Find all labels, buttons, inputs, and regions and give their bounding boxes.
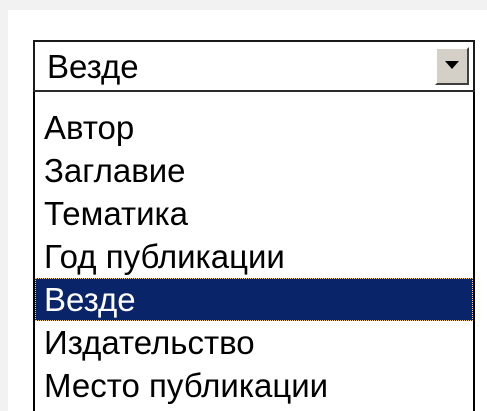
option-publisher[interactable]: Издательство xyxy=(35,321,473,364)
option-subject[interactable]: Тематика xyxy=(35,192,473,235)
option-title[interactable]: Заглавие xyxy=(35,149,473,192)
triangle-down-icon xyxy=(445,61,459,69)
search-field-select[interactable]: Везде xyxy=(33,40,475,92)
option-author[interactable]: Автор xyxy=(35,106,473,149)
option-publication-year[interactable]: Год публикации xyxy=(35,235,473,278)
option-everywhere-selected[interactable]: Везде xyxy=(35,278,473,321)
dropdown-options-list[interactable]: Автор Заглавие Тематика Год публикации В… xyxy=(33,92,475,411)
select-current-value: Везде xyxy=(47,48,139,85)
option-publication-place[interactable]: Место публикации xyxy=(35,364,473,407)
dropdown-arrow-button[interactable] xyxy=(435,47,469,85)
